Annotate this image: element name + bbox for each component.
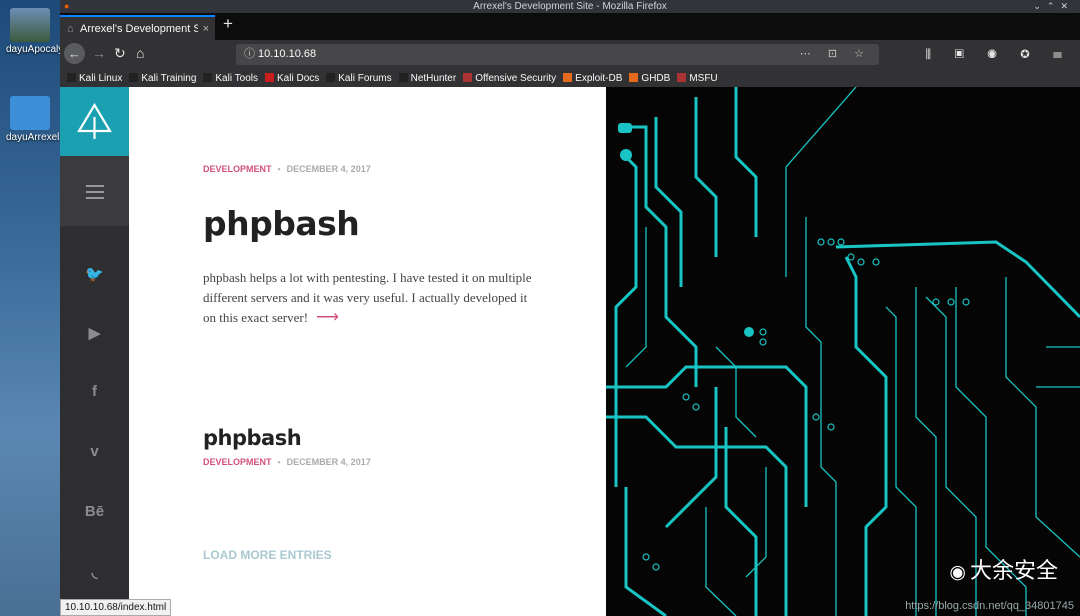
reload-button[interactable]: ↻: [114, 45, 126, 62]
post-category-link[interactable]: DEVELOPMENT: [203, 164, 272, 174]
site-sidebar: 🐦 ▶ f v Bē ◟: [60, 87, 129, 616]
desktop-icon-arrexel[interactable]: dayuArrexel: [6, 96, 60, 143]
window-title: Arrexel's Development Site - Mozilla Fir…: [473, 1, 667, 12]
desktop-icon-apocalyst[interactable]: dayuApocalyst: [6, 8, 60, 55]
bookmark-label: Kali Forums: [338, 73, 392, 84]
bookmark-label: MSFU: [689, 73, 718, 84]
bookmark-item[interactable]: Kali Tools: [203, 70, 258, 87]
behance-icon[interactable]: Bē: [60, 503, 129, 520]
bookmark-favicon-icon: [629, 73, 639, 82]
url-text: 10.10.10.68: [258, 48, 317, 60]
firefox-icon: ●: [64, 1, 70, 11]
excerpt-text: phpbash helps a lot with pentesting. I h…: [203, 270, 532, 325]
bookmark-item[interactable]: Kali Forums: [326, 70, 392, 87]
page-actions-icons[interactable]: ⋯ ⊡ ☆: [800, 44, 871, 65]
youtube-icon[interactable]: ▶: [60, 324, 129, 342]
bookmark-item[interactable]: Kali Linux: [67, 70, 122, 87]
post-title-secondary[interactable]: phpbash: [203, 426, 302, 450]
wechat-icon: ◉: [949, 561, 966, 583]
web-page: 🐦 ▶ f v Bē ◟ DEVELOPMENT • DECEMBER 4, 2017 php…: [60, 87, 1080, 616]
forward-button[interactable]: →: [92, 45, 106, 61]
bookmark-favicon-icon: [203, 73, 213, 82]
bookmark-favicon-icon: [563, 73, 573, 82]
post-excerpt: phpbash helps a lot with pentesting. I h…: [203, 268, 543, 328]
tab-title: Arrexel's Development Site: [80, 23, 198, 35]
menu-button[interactable]: [60, 156, 129, 226]
toolbar-icons[interactable]: ⫼ ▣ ◉ ✪ ☰: [925, 47, 1072, 62]
meta-separator: •: [277, 457, 281, 467]
close-tab-icon[interactable]: ×: [203, 17, 209, 42]
status-bar-link-preview: 10.10.10.68/index.html: [60, 599, 172, 616]
rss-icon[interactable]: ◟: [60, 563, 129, 581]
bookmark-label: GHDB: [641, 73, 671, 84]
post-meta-secondary: DEVELOPMENT • DECEMBER 4, 2017: [203, 457, 371, 467]
home-button[interactable]: ⌂: [136, 45, 144, 61]
read-more-arrow-icon[interactable]: ⟶: [316, 309, 339, 326]
wechat-watermark: ◉ 大余安全: [949, 553, 1058, 585]
post-date[interactable]: DECEMBER 4, 2017: [287, 164, 371, 174]
desktop-icon-label: dayuApocalyst: [6, 44, 60, 55]
tab-bar: ⌂ Arrexel's Development Site × +: [60, 13, 1080, 40]
site-info-icon[interactable]: ⓘ: [244, 44, 255, 65]
bookmark-favicon-icon: [398, 73, 408, 82]
hamburger-icon: [86, 185, 104, 203]
folder-image-icon: [10, 8, 50, 42]
bookmark-label: Offensive Security: [475, 73, 557, 84]
post-title[interactable]: phpbash: [203, 204, 360, 243]
meta-separator: •: [277, 164, 281, 174]
bookmark-label: Kali Docs: [277, 73, 320, 84]
bookmark-favicon-icon: [463, 73, 473, 82]
watermark-text: 大余安全: [969, 559, 1058, 584]
bookmark-favicon-icon: [326, 73, 336, 82]
bookmark-favicon-icon: [265, 73, 275, 82]
watermark-url: https://blog.csdn.net/qq_34801745: [905, 600, 1074, 612]
bookmark-item[interactable]: GHDB: [629, 70, 670, 87]
back-button[interactable]: ←: [64, 43, 85, 64]
new-tab-button[interactable]: +: [223, 14, 233, 34]
window-titlebar: ● Arrexel's Development Site - Mozilla F…: [60, 0, 1080, 13]
circuit-graphic: [606, 87, 1080, 616]
vimeo-icon[interactable]: v: [60, 443, 129, 460]
navigation-bar: ← → ↻ ⌂ ⓘ 10.10.10.68 ⋯ ⊡ ☆ ⫼ ▣ ◉ ✪ ☰: [60, 40, 1080, 70]
bookmark-item[interactable]: NetHunter: [398, 70, 457, 87]
circuit-board-image: ◉ 大余安全 https://blog.csdn.net/qq_34801745: [606, 87, 1080, 616]
bookmark-item[interactable]: Kali Docs: [265, 70, 319, 87]
bookmark-label: Exploit-DB: [575, 73, 623, 84]
bookmark-item[interactable]: Exploit-DB: [563, 70, 622, 87]
window-controls[interactable]: ⌄⌃✕: [1033, 0, 1074, 13]
post-meta: DEVELOPMENT • DECEMBER 4, 2017: [203, 164, 371, 174]
site-logo[interactable]: [60, 87, 129, 156]
bookmark-label: Kali Tools: [215, 73, 259, 84]
post-date[interactable]: DECEMBER 4, 2017: [287, 457, 371, 467]
tab-arrexel[interactable]: ⌂ Arrexel's Development Site ×: [60, 15, 215, 40]
desktop-icon-label: dayuArrexel: [6, 132, 60, 143]
bookmark-item[interactable]: Kali Training: [129, 70, 196, 87]
desktop-background: dayuApocalyst dayuArrexel: [0, 0, 60, 616]
bookmark-label: Kali Training: [141, 73, 197, 84]
bookmark-favicon-icon: [677, 73, 687, 82]
twitter-icon[interactable]: 🐦: [60, 265, 129, 283]
main-content: DEVELOPMENT • DECEMBER 4, 2017 phpbash php…: [129, 87, 606, 616]
post-category-link[interactable]: DEVELOPMENT: [203, 457, 272, 467]
bookmark-item[interactable]: MSFU: [677, 70, 718, 87]
bookmark-label: Kali Linux: [79, 73, 123, 84]
bookmarks-toolbar: Kali Linux Kali Training Kali Tools Kali Do…: [60, 70, 1080, 87]
bookmark-item[interactable]: Offensive Security: [463, 70, 556, 87]
bookmark-favicon-icon: [129, 73, 139, 82]
load-more-button[interactable]: LOAD MORE ENTRIES: [203, 548, 332, 562]
folder-icon: [10, 96, 50, 130]
tab-favicon-icon: ⌂: [67, 23, 74, 35]
bookmark-label: NetHunter: [410, 73, 457, 84]
logo-arrow-icon: [77, 102, 112, 139]
bookmark-favicon-icon: [67, 73, 76, 82]
firefox-window: ● Arrexel's Development Site - Mozilla F…: [60, 0, 1080, 616]
url-bar[interactable]: ⓘ 10.10.10.68 ⋯ ⊡ ☆: [236, 44, 879, 65]
facebook-icon[interactable]: f: [60, 383, 129, 400]
